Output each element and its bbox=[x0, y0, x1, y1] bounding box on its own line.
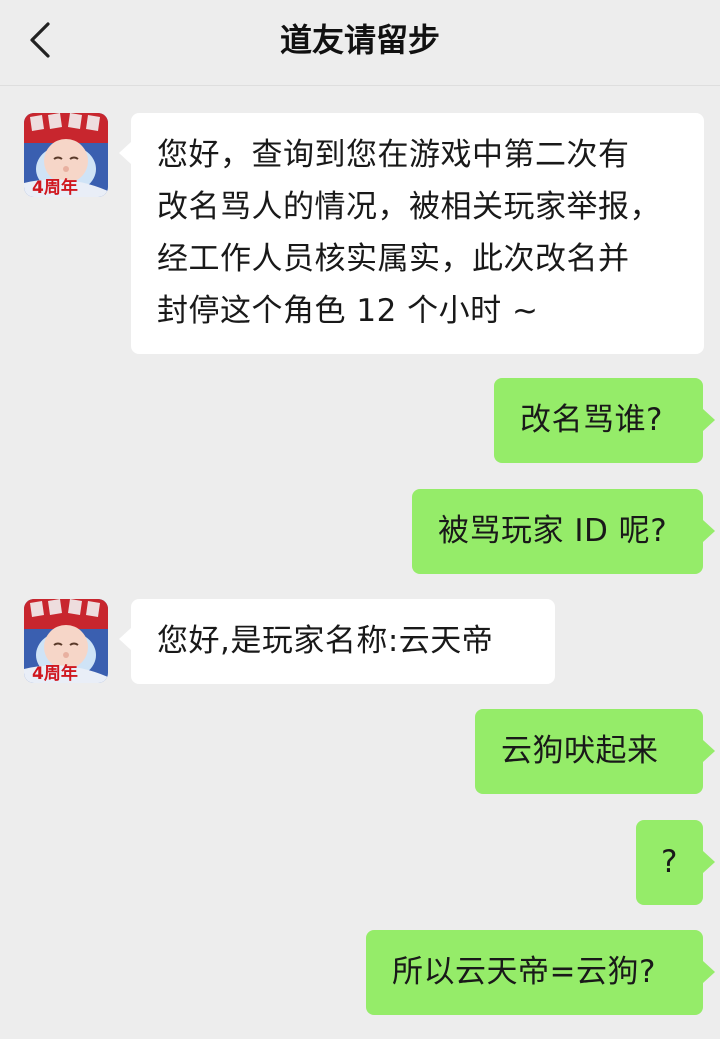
bubble-tail bbox=[703, 851, 715, 873]
badge-text: 4周年 bbox=[32, 177, 78, 197]
message-bubble[interactable]: 您好,是玩家名称:云天帝 bbox=[131, 599, 555, 684]
message-bubble[interactable]: 改名骂谁? bbox=[494, 378, 703, 463]
bubble-tail bbox=[119, 142, 131, 164]
bubble-tail bbox=[703, 520, 715, 542]
avatar[interactable]: 4周年 bbox=[24, 113, 108, 197]
message-bubble[interactable]: 您好，查询到您在游戏中第二次有 改名骂人的情况，被相关玩家举报， 经工作人员核实… bbox=[131, 113, 704, 354]
bubble-tail bbox=[703, 961, 715, 983]
bubble-tail bbox=[703, 409, 715, 431]
message-bubble[interactable]: 被骂玩家 ID 呢? bbox=[412, 489, 703, 574]
badge-text: 4周年 bbox=[32, 663, 78, 683]
bubble-tail bbox=[703, 740, 715, 762]
chat-title: 道友请留步 bbox=[279, 21, 440, 59]
message-bubble[interactable]: 所以云天帝=云狗? bbox=[366, 930, 703, 1015]
avatar[interactable]: 4周年 bbox=[24, 599, 108, 683]
message-bubble[interactable]: ? bbox=[636, 820, 703, 905]
bubble-tail bbox=[119, 628, 131, 650]
message-bubble[interactable]: 云狗吠起来 bbox=[475, 709, 703, 794]
nav-bar: 道友请留步 bbox=[0, 0, 720, 86]
message-list[interactable]: 4周年 您好，查询到您在游戏中第二次有 改名骂人的情况，被相关玩家举报， 经工作… bbox=[0, 87, 720, 1039]
